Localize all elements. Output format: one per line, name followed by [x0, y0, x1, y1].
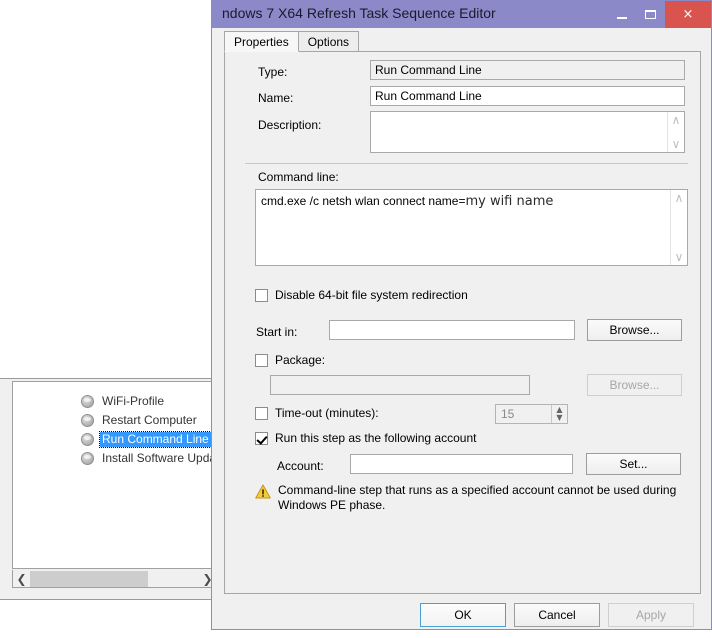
- start-in-input[interactable]: [329, 320, 575, 340]
- task-step-icon: [81, 414, 94, 427]
- maximize-icon: [645, 10, 656, 19]
- task-step-icon: [81, 452, 94, 465]
- cancel-button[interactable]: Cancel: [514, 603, 600, 627]
- list-item[interactable]: Restart Computer: [13, 411, 216, 430]
- scroll-down-icon[interactable]: ∨: [672, 138, 681, 150]
- warning-text: Command-line step that runs as a specifi…: [278, 483, 677, 512]
- type-value: Run Command Line: [370, 60, 685, 80]
- list-item-label: Restart Computer: [102, 413, 197, 427]
- account-label: Account:: [277, 459, 324, 473]
- scroll-down-icon[interactable]: ∨: [675, 251, 684, 263]
- ok-button[interactable]: OK: [420, 603, 506, 627]
- list-item-selected[interactable]: Run Command Line: [13, 430, 216, 449]
- account-input[interactable]: [350, 454, 573, 474]
- timeout-value: 15: [501, 407, 515, 421]
- apply-button: Apply: [608, 603, 694, 627]
- run-as-account-checkbox[interactable]: [255, 431, 268, 445]
- task-sequence-list[interactable]: WiFi-Profile Restart Computer Run Comman…: [12, 381, 217, 569]
- warning-message: Command-line step that runs as a specifi…: [255, 483, 698, 513]
- screen: WiFi-Profile Restart Computer Run Comman…: [0, 0, 712, 638]
- properties-panel: Type: Run Command Line Name: Run Command…: [224, 51, 701, 594]
- list-item-label: WiFi-Profile: [102, 394, 164, 408]
- tab-properties[interactable]: Properties: [224, 31, 299, 52]
- list-item-label: Run Command Line: [99, 431, 212, 448]
- task-sequence-editor-dialog: ndows 7 X64 Refresh Task Sequence Editor…: [211, 0, 712, 630]
- warning-triangle-icon: [255, 484, 271, 499]
- disable-redirection-checkbox[interactable]: [255, 288, 268, 302]
- package-input: [270, 375, 530, 395]
- timeout-spinner[interactable]: 15 ▲ ▼: [495, 404, 568, 424]
- task-step-icon: [81, 433, 94, 446]
- spinner-down-icon[interactable]: ▼: [556, 414, 562, 422]
- list-item[interactable]: WiFi-Profile: [13, 392, 216, 411]
- tab-strip: Properties Options: [224, 31, 701, 52]
- command-line-value-main: cmd.exe /c netsh wlan connect name=: [261, 194, 466, 208]
- title-bar: ndows 7 X64 Refresh Task Sequence Editor…: [212, 1, 711, 28]
- scroll-left-icon[interactable]: ❮: [13, 571, 30, 587]
- minimize-icon: [616, 16, 627, 19]
- package-label: Package:: [275, 353, 326, 367]
- maximize-button[interactable]: [636, 1, 665, 28]
- type-label: Type:: [258, 65, 288, 79]
- command-line-value: cmd.exe /c netsh wlan connect name=my wi…: [261, 193, 667, 210]
- scrollbar-track[interactable]: [30, 570, 199, 587]
- command-line-scrollbar[interactable]: ∧ ∨: [670, 190, 687, 265]
- package-row[interactable]: Package:: [255, 353, 325, 367]
- scroll-up-icon[interactable]: ∧: [675, 192, 684, 204]
- name-label: Name:: [258, 91, 294, 105]
- description-textarea[interactable]: ∧ ∨: [370, 111, 685, 153]
- minimize-button[interactable]: [607, 1, 636, 28]
- name-input[interactable]: Run Command Line: [370, 86, 685, 106]
- close-button[interactable]: ×: [665, 1, 711, 28]
- timeout-row[interactable]: Time-out (minutes):: [255, 406, 379, 420]
- tab-options[interactable]: Options: [297, 31, 360, 52]
- start-in-label: Start in:: [256, 325, 298, 339]
- account-set-button[interactable]: Set...: [586, 453, 681, 475]
- timeout-spinner-buttons[interactable]: ▲ ▼: [551, 405, 567, 423]
- list-item-label: Install Software Updates: [102, 451, 216, 465]
- disable-redirection-row[interactable]: Disable 64-bit file system redirection: [255, 288, 468, 302]
- description-scrollbar[interactable]: ∧ ∨: [667, 112, 684, 152]
- disable-redirection-label: Disable 64-bit file system redirection: [275, 288, 468, 302]
- package-browse-button: Browse...: [587, 374, 682, 396]
- horizontal-scrollbar[interactable]: ❮ ❯: [12, 570, 217, 588]
- window-title: ndows 7 X64 Refresh Task Sequence Editor: [222, 5, 496, 21]
- run-as-account-label: Run this step as the following account: [275, 431, 477, 445]
- window-controls: ×: [607, 1, 711, 28]
- list-item[interactable]: Install Software Updates: [13, 449, 216, 468]
- start-in-browse-button[interactable]: Browse...: [587, 319, 682, 341]
- divider: [245, 163, 688, 164]
- scrollbar-thumb[interactable]: [30, 570, 148, 587]
- task-step-icon: [81, 395, 94, 408]
- timeout-label: Time-out (minutes):: [275, 406, 379, 420]
- description-label: Description:: [258, 118, 322, 132]
- scroll-up-icon[interactable]: ∧: [672, 114, 681, 126]
- background-window: WiFi-Profile Restart Computer Run Comman…: [0, 378, 222, 600]
- command-line-textarea[interactable]: cmd.exe /c netsh wlan connect name=my wi…: [255, 189, 688, 266]
- command-line-value-alt: my wifi name: [465, 194, 554, 209]
- command-line-label: Command line:: [258, 170, 339, 184]
- package-checkbox[interactable]: [255, 353, 268, 367]
- timeout-checkbox[interactable]: [255, 406, 268, 420]
- run-as-account-row[interactable]: Run this step as the following account: [255, 431, 476, 445]
